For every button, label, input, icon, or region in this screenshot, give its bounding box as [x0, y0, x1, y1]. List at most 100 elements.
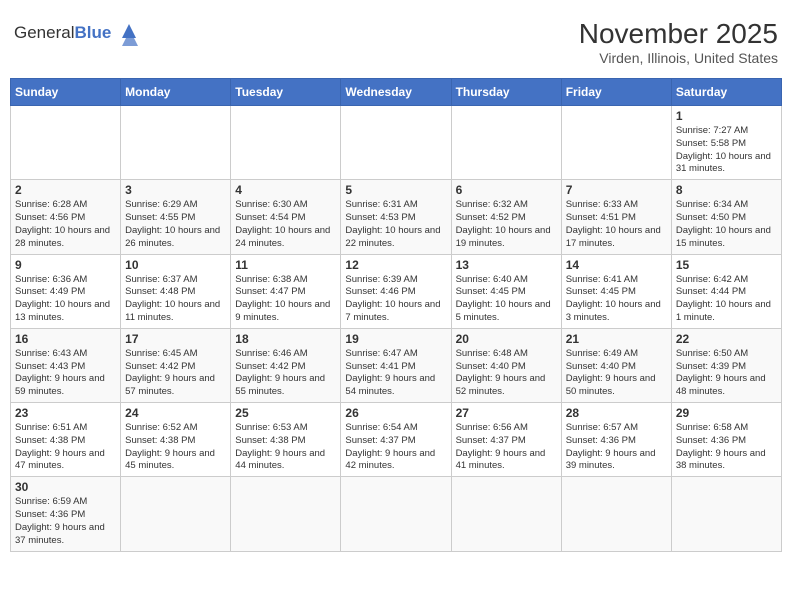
- logo-text: GeneralBlue: [14, 23, 111, 43]
- day-cell: 12Sunrise: 6:39 AM Sunset: 4:46 PM Dayli…: [341, 254, 451, 328]
- day-number: 1: [676, 109, 777, 123]
- day-cell: [671, 477, 781, 551]
- day-info: Sunrise: 6:51 AM Sunset: 4:38 PM Dayligh…: [15, 422, 116, 473]
- calendar-title: November 2025: [579, 18, 778, 50]
- day-cell: [561, 106, 671, 180]
- day-info: Sunrise: 6:33 AM Sunset: 4:51 PM Dayligh…: [566, 199, 667, 250]
- day-cell: 11Sunrise: 6:38 AM Sunset: 4:47 PM Dayli…: [231, 254, 341, 328]
- weekday-header-sunday: Sunday: [11, 79, 121, 106]
- day-cell: 26Sunrise: 6:54 AM Sunset: 4:37 PM Dayli…: [341, 403, 451, 477]
- day-cell: 19 Sunrise: 6:47 AM Sunset: 4:41 PM Dayli…: [341, 328, 451, 402]
- day-info: Sunrise: 6:59 AM Sunset: 4:36 PM Dayligh…: [15, 496, 116, 547]
- day-info: Sunrise: 6:39 AM Sunset: 4:46 PM Dayligh…: [345, 274, 446, 325]
- logo: GeneralBlue: [14, 18, 144, 48]
- day-number: 25: [235, 406, 336, 420]
- day-number: 14: [566, 258, 667, 272]
- day-info: Sunrise: 6:48 AM Sunset: 4:40 PM Dayligh…: [456, 348, 557, 399]
- day-cell: 13 Sunrise: 6:40 AM Sunset: 4:45 PM Dayli…: [451, 254, 561, 328]
- day-number: 20: [456, 332, 557, 346]
- day-number: 7: [566, 183, 667, 197]
- day-cell: [231, 477, 341, 551]
- day-number: 24: [125, 406, 226, 420]
- day-number: 5: [345, 183, 446, 197]
- day-cell: 23 Sunrise: 6:51 AM Sunset: 4:38 PM Dayli…: [11, 403, 121, 477]
- day-number: 16: [15, 332, 116, 346]
- day-cell: 18Sunrise: 6:46 AM Sunset: 4:42 PM Dayli…: [231, 328, 341, 402]
- logo-text-blue: Blue: [74, 23, 111, 42]
- day-info: Sunrise: 7:27 AM Sunset: 5:58 PM Dayligh…: [676, 125, 777, 176]
- day-cell: 27 Sunrise: 6:56 AM Sunset: 4:37 PM Dayli…: [451, 403, 561, 477]
- weekday-header-thursday: Thursday: [451, 79, 561, 106]
- day-info: Sunrise: 6:46 AM Sunset: 4:42 PM Dayligh…: [235, 348, 336, 399]
- day-info: Sunrise: 6:40 AM Sunset: 4:45 PM Dayligh…: [456, 274, 557, 325]
- calendar-subtitle: Virden, Illinois, United States: [579, 50, 778, 66]
- day-cell: 5Sunrise: 6:31 AM Sunset: 4:53 PM Daylig…: [341, 180, 451, 254]
- day-number: 23: [15, 406, 116, 420]
- day-info: Sunrise: 6:54 AM Sunset: 4:37 PM Dayligh…: [345, 422, 446, 473]
- day-cell: 24 Sunrise: 6:52 AM Sunset: 4:38 PM Dayli…: [121, 403, 231, 477]
- day-cell: 3Sunrise: 6:29 AM Sunset: 4:55 PM Daylig…: [121, 180, 231, 254]
- week-row-1: 2 Sunrise: 6:28 AM Sunset: 4:56 PM Daylig…: [11, 180, 782, 254]
- day-number: 10: [125, 258, 226, 272]
- week-row-4: 23 Sunrise: 6:51 AM Sunset: 4:38 PM Dayli…: [11, 403, 782, 477]
- day-cell: 22 Sunrise: 6:50 AM Sunset: 4:39 PM Dayli…: [671, 328, 781, 402]
- day-cell: [11, 106, 121, 180]
- day-info: Sunrise: 6:53 AM Sunset: 4:38 PM Dayligh…: [235, 422, 336, 473]
- day-cell: 20 Sunrise: 6:48 AM Sunset: 4:40 PM Dayli…: [451, 328, 561, 402]
- day-info: Sunrise: 6:45 AM Sunset: 4:42 PM Dayligh…: [125, 348, 226, 399]
- day-info: Sunrise: 6:56 AM Sunset: 4:37 PM Dayligh…: [456, 422, 557, 473]
- day-cell: 15Sunrise: 6:42 AM Sunset: 4:44 PM Dayli…: [671, 254, 781, 328]
- day-cell: 25 Sunrise: 6:53 AM Sunset: 4:38 PM Dayli…: [231, 403, 341, 477]
- day-cell: 8Sunrise: 6:34 AM Sunset: 4:50 PM Daylig…: [671, 180, 781, 254]
- day-number: 8: [676, 183, 777, 197]
- day-cell: 9 Sunrise: 6:36 AM Sunset: 4:49 PM Daylig…: [11, 254, 121, 328]
- day-number: 30: [15, 480, 116, 494]
- day-info: Sunrise: 6:41 AM Sunset: 4:45 PM Dayligh…: [566, 274, 667, 325]
- day-cell: 16 Sunrise: 6:43 AM Sunset: 4:43 PM Dayli…: [11, 328, 121, 402]
- day-cell: 21 Sunrise: 6:49 AM Sunset: 4:40 PM Dayli…: [561, 328, 671, 402]
- day-info: Sunrise: 6:49 AM Sunset: 4:40 PM Dayligh…: [566, 348, 667, 399]
- day-info: Sunrise: 6:32 AM Sunset: 4:52 PM Dayligh…: [456, 199, 557, 250]
- day-info: Sunrise: 6:47 AM Sunset: 4:41 PM Dayligh…: [345, 348, 446, 399]
- day-info: Sunrise: 6:36 AM Sunset: 4:49 PM Dayligh…: [15, 274, 116, 325]
- day-number: 9: [15, 258, 116, 272]
- title-area: November 2025 Virden, Illinois, United S…: [579, 18, 778, 66]
- day-info: Sunrise: 6:28 AM Sunset: 4:56 PM Dayligh…: [15, 199, 116, 250]
- day-cell: 7 Sunrise: 6:33 AM Sunset: 4:51 PM Daylig…: [561, 180, 671, 254]
- day-cell: [121, 106, 231, 180]
- day-cell: [561, 477, 671, 551]
- week-row-0: 1 Sunrise: 7:27 AM Sunset: 5:58 PM Daylig…: [11, 106, 782, 180]
- week-row-3: 16 Sunrise: 6:43 AM Sunset: 4:43 PM Dayli…: [11, 328, 782, 402]
- day-number: 6: [456, 183, 557, 197]
- day-cell: 1 Sunrise: 7:27 AM Sunset: 5:58 PM Daylig…: [671, 106, 781, 180]
- day-cell: 10 Sunrise: 6:37 AM Sunset: 4:48 PM Dayli…: [121, 254, 231, 328]
- day-info: Sunrise: 6:30 AM Sunset: 4:54 PM Dayligh…: [235, 199, 336, 250]
- day-number: 13: [456, 258, 557, 272]
- day-info: Sunrise: 6:52 AM Sunset: 4:38 PM Dayligh…: [125, 422, 226, 473]
- day-number: 11: [235, 258, 336, 272]
- calendar-table: SundayMondayTuesdayWednesdayThursdayFrid…: [10, 78, 782, 552]
- day-cell: [341, 477, 451, 551]
- day-cell: 14 Sunrise: 6:41 AM Sunset: 4:45 PM Dayli…: [561, 254, 671, 328]
- day-number: 2: [15, 183, 116, 197]
- day-cell: 28Sunrise: 6:57 AM Sunset: 4:36 PM Dayli…: [561, 403, 671, 477]
- header: GeneralBlue November 2025 Virden, Illino…: [10, 10, 782, 70]
- day-cell: 29Sunrise: 6:58 AM Sunset: 4:36 PM Dayli…: [671, 403, 781, 477]
- weekday-header-row: SundayMondayTuesdayWednesdayThursdayFrid…: [11, 79, 782, 106]
- day-cell: [451, 477, 561, 551]
- day-cell: [341, 106, 451, 180]
- day-number: 27: [456, 406, 557, 420]
- day-number: 17: [125, 332, 226, 346]
- day-cell: 30 Sunrise: 6:59 AM Sunset: 4:36 PM Dayli…: [11, 477, 121, 551]
- day-number: 21: [566, 332, 667, 346]
- day-number: 28: [566, 406, 667, 420]
- day-info: Sunrise: 6:43 AM Sunset: 4:43 PM Dayligh…: [15, 348, 116, 399]
- day-number: 22: [676, 332, 777, 346]
- weekday-header-wednesday: Wednesday: [341, 79, 451, 106]
- logo-text-general: General: [14, 23, 74, 42]
- day-info: Sunrise: 6:50 AM Sunset: 4:39 PM Dayligh…: [676, 348, 777, 399]
- day-number: 4: [235, 183, 336, 197]
- logo-icon: [114, 18, 144, 48]
- day-info: Sunrise: 6:37 AM Sunset: 4:48 PM Dayligh…: [125, 274, 226, 325]
- day-number: 19: [345, 332, 446, 346]
